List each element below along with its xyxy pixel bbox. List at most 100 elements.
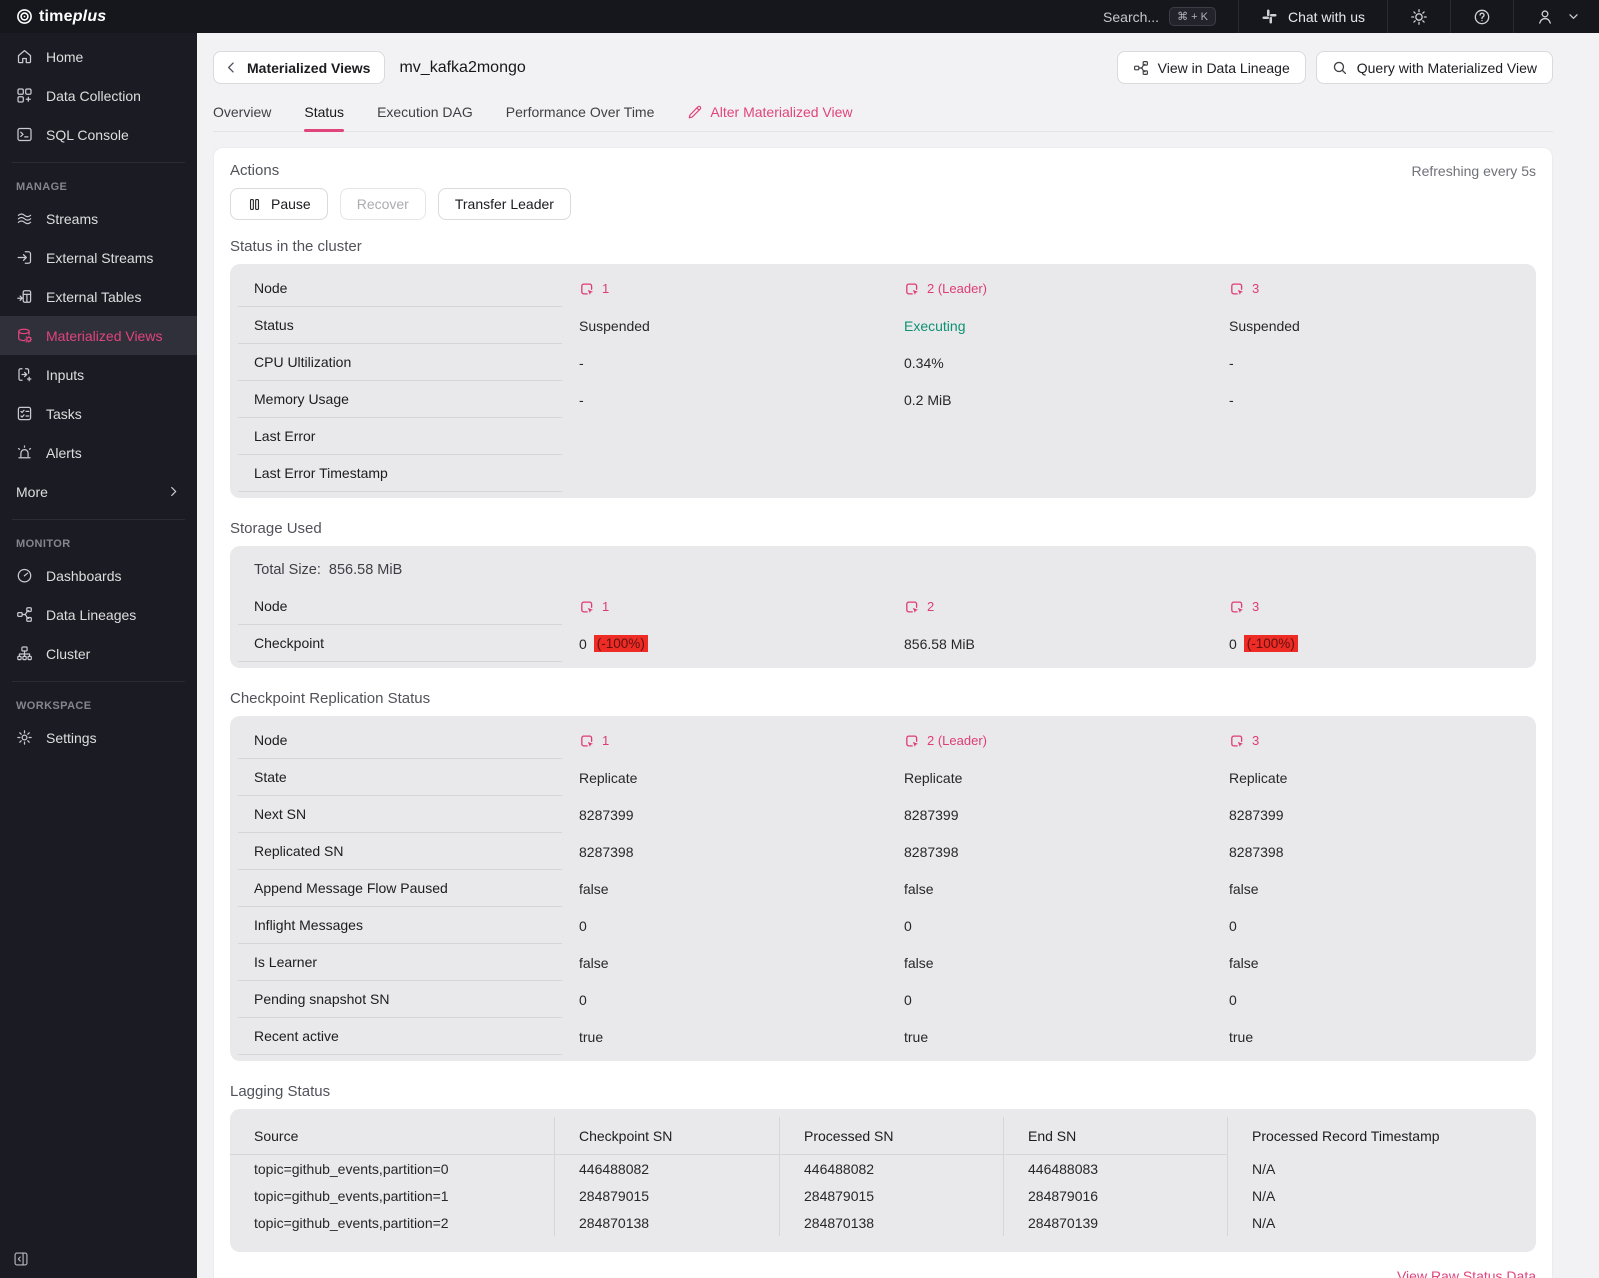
alter-materialized-view-button[interactable]: Alter Materialized View — [687, 104, 853, 131]
state-value: Replicate — [904, 769, 963, 786]
node-id: 1 — [602, 599, 610, 614]
cluster-status-table: Node 1 2 (Leader) 3 Status Suspended Exe… — [230, 264, 1536, 498]
recover-button[interactable]: Recover — [339, 188, 426, 220]
node-3-cell: 3 — [1229, 281, 1259, 297]
tab-status[interactable]: Status — [304, 104, 344, 132]
help-button[interactable] — [1451, 0, 1513, 33]
view-raw-status-data-link[interactable]: View Raw Status Data — [1397, 1268, 1536, 1278]
dashboards-icon — [16, 567, 33, 584]
account-menu[interactable] — [1514, 0, 1585, 33]
end-sn-cell: 284879016 — [1003, 1182, 1227, 1209]
sidebar-item-data-collection[interactable]: Data Collection — [0, 76, 197, 115]
home-icon — [16, 48, 33, 65]
external-tables-icon — [16, 288, 33, 305]
row-label-memory: Memory Usage — [238, 381, 562, 418]
node-1-cell: 1 — [579, 281, 609, 297]
sidebar-item-inputs[interactable]: Inputs — [0, 355, 197, 394]
chat-with-us-button[interactable]: Chat with us — [1239, 0, 1387, 33]
checkpoint-delta-badge: (-100%) — [593, 635, 648, 652]
tab-overview[interactable]: Overview — [213, 104, 271, 131]
sidebar-item-label: Data Collection — [46, 87, 141, 104]
node-icon — [579, 599, 595, 615]
tab-bar: Overview Status Execution DAG Performanc… — [213, 101, 1553, 132]
view-in-data-lineage-button[interactable]: View in Data Lineage — [1116, 51, 1306, 84]
sidebar-divider — [12, 519, 185, 520]
cluster-icon — [16, 645, 33, 662]
tab-performance-over-time[interactable]: Performance Over Time — [506, 104, 655, 131]
cluster-status-title: Status in the cluster — [230, 238, 362, 255]
transfer-leader-button[interactable]: Transfer Leader — [437, 188, 571, 220]
tab-execution-dag[interactable]: Execution DAG — [377, 104, 473, 131]
node-icon — [904, 733, 920, 749]
back-to-materialized-views-button[interactable]: Materialized Views — [213, 51, 386, 84]
sidebar-item-streams[interactable]: Streams — [0, 199, 197, 238]
is-learner-value: false — [1229, 954, 1259, 971]
sidebar-item-data-lineages[interactable]: Data Lineages — [0, 595, 197, 634]
row-label-last-error: Last Error — [238, 418, 562, 455]
memory-value: - — [1229, 391, 1234, 408]
sidebar-item-sql-console[interactable]: SQL Console — [0, 115, 197, 154]
row-label-pending-snapshot-sn: Pending snapshot SN — [238, 981, 562, 1018]
sidebar-item-more[interactable]: More — [0, 472, 197, 511]
cpu-value: - — [1229, 354, 1234, 371]
sidebar-item-external-tables[interactable]: External Tables — [0, 277, 197, 316]
sidebar-item-label: SQL Console — [46, 126, 129, 143]
total-size-label: Total Size: — [254, 562, 321, 578]
view-in-data-lineage-label: View in Data Lineage — [1157, 59, 1290, 76]
sidebar-item-settings[interactable]: Settings — [0, 718, 197, 757]
raw-status-row: View Raw Status Data — [230, 1268, 1536, 1278]
node-id: 2 (Leader) — [927, 733, 987, 748]
node-icon — [579, 733, 595, 749]
column-header-processed-sn: Processed SN — [779, 1117, 1003, 1155]
node-id: 1 — [602, 281, 610, 296]
query-with-materialized-view-button[interactable]: Query with Materialized View — [1315, 51, 1553, 84]
sidebar-item-label: Settings — [46, 729, 97, 746]
sidebar-item-home[interactable]: Home — [0, 37, 197, 76]
sidebar-item-tasks[interactable]: Tasks — [0, 394, 197, 433]
collapse-sidebar-button[interactable] — [13, 1251, 29, 1267]
processed-record-timestamp-cell: N/A — [1227, 1182, 1536, 1209]
topbar-right: Search... ⌘ + K Chat with us — [1081, 0, 1585, 33]
lagging-status-title: Lagging Status — [230, 1083, 331, 1100]
row-label-recent-active: Recent active — [238, 1018, 562, 1055]
processed-record-timestamp-cell: N/A — [1227, 1209, 1536, 1236]
sidebar-item-materialized-views[interactable]: Materialized Views — [0, 316, 197, 355]
node-icon — [579, 281, 595, 297]
sidebar-item-label: Alerts — [46, 444, 82, 461]
row-label-cpu: CPU Ultilization — [238, 344, 562, 381]
inflight-messages-value: 0 — [1229, 917, 1237, 934]
chevron-down-icon — [1566, 9, 1581, 24]
logo-text-italic: plus — [72, 7, 107, 25]
column-header-source: Source — [230, 1117, 554, 1155]
node-icon — [904, 599, 920, 615]
sidebar-item-label: Home — [46, 48, 84, 65]
pending-snapshot-value: 0 — [579, 991, 587, 1008]
search-shortcut-badge: ⌘ + K — [1169, 7, 1216, 26]
status-value-executing: Executing — [904, 317, 966, 334]
sidebar-item-external-streams[interactable]: External Streams — [0, 238, 197, 277]
sidebar-item-label: Materialized Views — [46, 327, 163, 344]
topbar: timeplus Search... ⌘ + K Chat with us — [0, 0, 1599, 33]
collapse-sidebar-icon — [13, 1251, 29, 1267]
pause-button[interactable]: Pause — [230, 188, 328, 220]
node-2-cell: 2 (Leader) — [904, 733, 987, 749]
sidebar-item-cluster[interactable]: Cluster — [0, 634, 197, 673]
search-icon — [1332, 60, 1348, 76]
recent-active-value: true — [904, 1028, 929, 1045]
sidebar-item-label: Tasks — [46, 405, 82, 422]
sidebar-item-alerts[interactable]: Alerts — [0, 433, 197, 472]
sidebar-item-label: External Tables — [46, 288, 142, 305]
pencil-icon — [687, 104, 703, 120]
next-sn-value: 8287399 — [904, 806, 959, 823]
sidebar-divider — [12, 681, 185, 682]
checkpoint-delta-badge: (-100%) — [1243, 635, 1298, 652]
global-search[interactable]: Search... ⌘ + K — [1081, 0, 1238, 33]
sidebar-item-dashboards[interactable]: Dashboards — [0, 556, 197, 595]
node-2-cell: 2 — [904, 599, 934, 615]
status-value: Suspended — [579, 317, 650, 334]
timeplus-logo-icon — [16, 8, 33, 25]
row-label-next-sn: Next SN — [238, 796, 562, 833]
timeplus-logo[interactable]: timeplus — [16, 8, 106, 26]
storage-used-table: Total Size: 856.58 MiB Node 1 2 3 Checkp… — [230, 546, 1536, 668]
theme-toggle-button[interactable] — [1388, 0, 1450, 33]
